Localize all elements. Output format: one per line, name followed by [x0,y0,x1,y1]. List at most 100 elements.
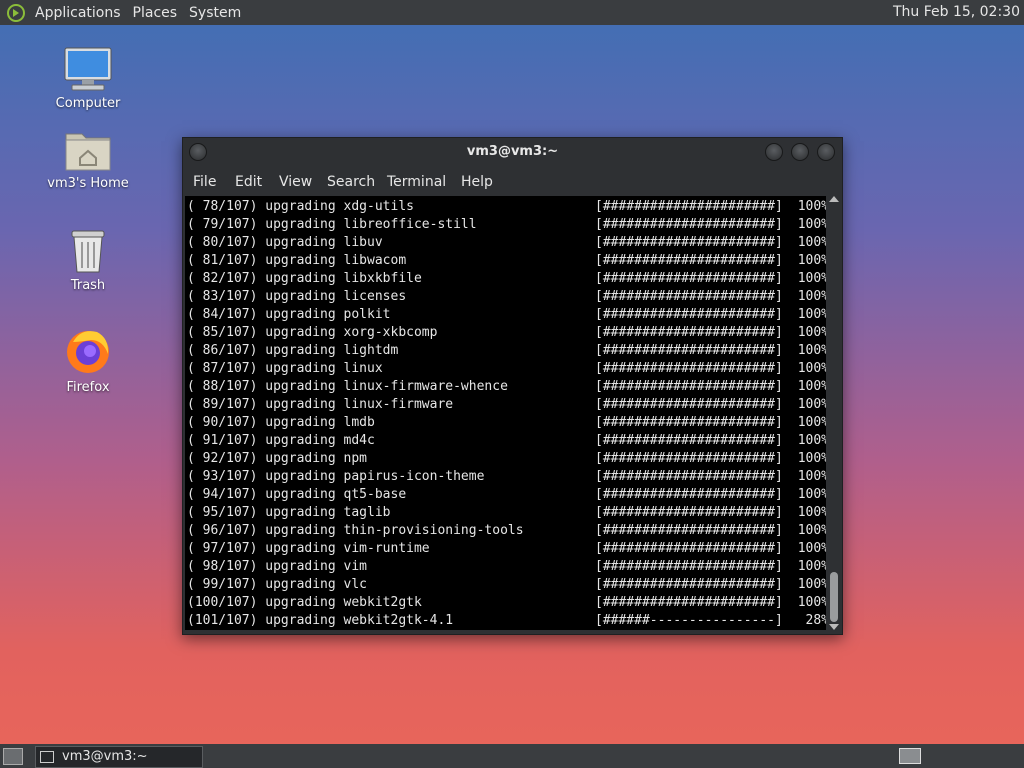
menu-terminal[interactable]: Terminal [387,174,446,190]
progress-percent: 100% [797,307,826,322]
menu-edit[interactable]: Edit [235,174,262,190]
clock[interactable]: Thu Feb 15, 02:30 [893,4,1020,20]
progress-percent: 100% [797,415,826,430]
terminal-line: ( 90/107) upgrading lmdb [###############… [187,414,826,432]
terminal-line: ( 80/107) upgrading libuv [##############… [187,234,826,252]
terminal-line-text: ( 83/107) upgrading licenses [187,289,407,304]
terminal-line-text: ( 81/107) upgrading libwacom [187,253,407,268]
show-desktop-icon[interactable] [3,748,23,765]
scroll-down-arrow-icon[interactable] [829,624,839,630]
menu-view[interactable]: View [279,174,312,190]
terminal-line: ( 86/107) upgrading lightdm [############… [187,342,826,360]
maximize-button[interactable] [791,143,809,161]
trash-icon [71,230,105,273]
progress-bar-text: [######################] [595,253,783,268]
terminal-line: ( 97/107) upgrading vim-runtime [########… [187,540,826,558]
terminal-line: ( 87/107) upgrading linux [##############… [187,360,826,378]
computer-icon [64,47,112,91]
progress-bar-text: [######----------------] [595,613,783,628]
menu-system[interactable]: System [185,5,249,21]
terminal-icon [40,751,54,763]
mate-logo-icon[interactable] [7,3,25,22]
terminal-line: ( 81/107) upgrading libwacom [###########… [187,252,826,270]
progress-percent: 100% [797,541,826,556]
desktop-icon-trash[interactable]: Trash [38,228,138,293]
terminal-line-text: ( 89/107) upgrading linux-firmware [187,397,454,412]
progress-bar-text: [######################] [595,361,783,376]
window-title: vm3@vm3:~ [466,144,559,159]
progress-bar-text: [######################] [595,199,783,214]
progress-percent: 100% [797,451,826,466]
taskbar-item-terminal[interactable]: vm3@vm3:~ [35,746,203,768]
menu-applications[interactable]: Applications [31,5,129,21]
terminal-line-text: ( 90/107) upgrading lmdb [187,415,375,430]
top-panel: Applications Places System Thu Feb 15, 0… [0,0,1024,25]
desktop-icon-home[interactable]: vm3's Home [38,128,138,191]
terminal-line: ( 78/107) upgrading xdg-utils [##########… [187,198,826,216]
terminal-line: (101/107) upgrading webkit2gtk-4.1 [#####… [187,612,826,630]
terminal-line-text: ( 87/107) upgrading linux [187,361,383,376]
terminal-line: ( 92/107) upgrading npm [################… [187,450,826,468]
menu-file[interactable]: File [193,174,216,190]
desktop-icon-computer[interactable]: Computer [38,46,138,111]
progress-bar-text: [######################] [595,505,783,520]
terminal-line: ( 79/107) upgrading libreoffice-still [##… [187,216,826,234]
firefox-icon [67,331,109,373]
terminal-line-text: ( 78/107) upgrading xdg-utils [187,199,414,214]
progress-percent: 100% [797,487,826,502]
progress-bar-text: [######################] [595,577,783,592]
progress-percent: 100% [797,595,826,610]
terminal-line-text: ( 98/107) upgrading vim [187,559,368,574]
terminal-line-text: ( 85/107) upgrading xorg-xkbcomp [187,325,438,340]
progress-bar-text: [######################] [595,217,783,232]
terminal-output[interactable]: ( 78/107) upgrading xdg-utils [##########… [185,196,826,630]
progress-bar-text: [######################] [595,289,783,304]
terminal-line: ( 88/107) upgrading linux-firmware-whenc… [187,378,826,396]
progress-bar-text: [######################] [595,487,783,502]
desktop-icon-firefox[interactable]: Firefox [38,326,138,395]
progress-bar-text: [######################] [595,307,783,322]
progress-percent: 28% [805,613,826,628]
workspace-switcher[interactable] [899,748,921,764]
terminal-line-text: ( 80/107) upgrading libuv [187,235,383,250]
terminal-line-text: ( 91/107) upgrading md4c [187,433,375,448]
progress-percent: 100% [797,343,826,358]
menu-search[interactable]: Search [327,174,375,190]
terminal-line: ( 85/107) upgrading xorg-xkbcomp [#######… [187,324,826,342]
terminal-window[interactable]: vm3@vm3:~ File Edit View Search Terminal… [182,137,843,635]
terminal-line-text: ( 94/107) upgrading qt5-base [187,487,407,502]
progress-percent: 100% [797,559,826,574]
terminal-line-text: ( 84/107) upgrading polkit [187,307,391,322]
terminal-line: ( 84/107) upgrading polkit [#############… [187,306,826,324]
terminal-line: ( 98/107) upgrading vim [################… [187,558,826,576]
scrollbar-thumb[interactable] [830,572,838,622]
progress-bar-text: [######################] [595,235,783,250]
terminal-line: (100/107) upgrading webkit2gtk [#########… [187,594,826,612]
desktop-icon-label: Firefox [66,380,110,395]
close-button[interactable] [817,143,835,161]
menu-places[interactable]: Places [129,5,186,21]
menu-help[interactable]: Help [461,174,493,190]
terminal-scrollbar[interactable] [828,196,840,630]
scroll-up-arrow-icon[interactable] [829,196,839,202]
progress-percent: 100% [797,199,826,214]
progress-percent: 100% [797,469,826,484]
progress-bar-text: [######################] [595,523,783,538]
window-titlebar[interactable]: vm3@vm3:~ [183,138,842,166]
progress-bar-text: [######################] [595,451,783,466]
terminal-line-text: ( 95/107) upgrading taglib [187,505,391,520]
terminal-line-text: ( 86/107) upgrading lightdm [187,343,399,358]
terminal-line: ( 94/107) upgrading qt5-base [###########… [187,486,826,504]
minimize-button[interactable] [765,143,783,161]
progress-percent: 100% [797,361,826,376]
terminal-line: ( 83/107) upgrading licenses [###########… [187,288,826,306]
progress-bar-text: [######################] [595,343,783,358]
progress-bar-text: [######################] [595,559,783,574]
progress-bar-text: [######################] [595,271,783,286]
progress-percent: 100% [797,253,826,268]
progress-percent: 100% [797,577,826,592]
progress-bar-text: [######################] [595,595,783,610]
terminal-line-text: ( 99/107) upgrading vlc [187,577,368,592]
terminal-line-text: ( 97/107) upgrading vim-runtime [187,541,430,556]
terminal-line-text: ( 88/107) upgrading linux-firmware-whenc… [187,379,508,394]
